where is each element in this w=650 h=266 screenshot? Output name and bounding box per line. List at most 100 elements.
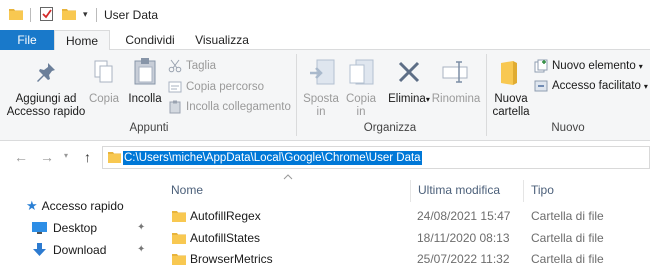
new-folder-button[interactable]: Nuova cartella bbox=[490, 93, 532, 119]
file-modified: 25/07/2022 11:32 bbox=[417, 252, 510, 266]
recent-locations-icon[interactable]: ▾ bbox=[64, 151, 68, 160]
customize-toolbar-icon[interactable]: ▾ bbox=[83, 9, 88, 20]
nav-item-desktop[interactable]: Desktop bbox=[32, 219, 97, 237]
star-icon: ★ bbox=[26, 198, 38, 213]
pin-label-line2: Accesso rapido bbox=[6, 106, 86, 118]
easy-access-dropdown-icon: ▾ bbox=[643, 81, 648, 91]
cut-label: Taglia bbox=[186, 60, 217, 72]
scissors-icon bbox=[168, 59, 182, 73]
copy-path-button[interactable]: Copia percorso bbox=[168, 78, 264, 96]
nav-item-label: Desktop bbox=[53, 221, 98, 235]
download-icon bbox=[33, 243, 46, 256]
new-folder-label-line2: cartella bbox=[492, 106, 530, 118]
nav-item-quick-access[interactable]: ★ Accesso rapido bbox=[26, 197, 124, 215]
toolbar-separator bbox=[30, 8, 31, 22]
column-header-modified[interactable]: Ultima modifica bbox=[418, 183, 500, 197]
pin-label-line1: Aggiungi ad bbox=[15, 93, 77, 105]
column-separator[interactable] bbox=[523, 180, 524, 202]
file-type: Cartella di file bbox=[531, 252, 604, 266]
ribbon: Aggiungi ad Accesso rapido Copia Incolla… bbox=[0, 50, 650, 141]
paste-shortcut-button[interactable]: Incolla collegamento bbox=[168, 98, 291, 116]
properties-icon[interactable] bbox=[40, 7, 53, 21]
file-row[interactable]: BrowserMetrics 25/07/2022 11:32 Cartella… bbox=[166, 248, 650, 266]
file-modified: 24/08/2021 15:47 bbox=[417, 209, 511, 223]
sort-caret-icon bbox=[283, 174, 293, 180]
up-arrow-icon[interactable]: ↑ bbox=[84, 149, 91, 165]
folder-icon bbox=[172, 211, 186, 222]
column-header-type[interactable]: Tipo bbox=[531, 183, 554, 197]
file-type: Cartella di file bbox=[531, 209, 604, 223]
tab-file[interactable]: File bbox=[0, 30, 54, 50]
folder-icon bbox=[108, 152, 121, 163]
desktop-icon bbox=[32, 222, 47, 234]
paste-shortcut-icon bbox=[169, 100, 181, 114]
delete-button[interactable]: Elimina▾ bbox=[387, 93, 431, 106]
forward-arrow-icon[interactable]: → bbox=[40, 149, 54, 165]
new-item-icon bbox=[534, 59, 548, 73]
pin-quick-access-button[interactable]: Aggiungi ad Accesso rapido bbox=[6, 93, 86, 119]
folder-icon bbox=[172, 254, 186, 265]
copy-path-icon bbox=[168, 81, 182, 93]
folder-icon bbox=[172, 233, 186, 244]
new-item-dropdown-icon: ▾ bbox=[638, 61, 643, 71]
file-row[interactable]: AutofillRegex 24/08/2021 15:47 Cartella … bbox=[166, 205, 650, 227]
folder-icon bbox=[9, 9, 23, 20]
rename-icon bbox=[442, 61, 468, 83]
pin-icon[interactable]: ✦ bbox=[137, 222, 145, 233]
title-bar: ▾ User Data bbox=[0, 0, 650, 30]
move-to-button[interactable]: Sposta in bbox=[301, 93, 341, 119]
move-to-icon bbox=[310, 59, 335, 85]
pin-icon[interactable]: ✦ bbox=[137, 244, 145, 255]
nav-item-label: Accesso rapido bbox=[41, 199, 124, 213]
copy-to-label: Copia bbox=[345, 93, 377, 105]
move-to-label-line2: in bbox=[316, 106, 326, 118]
new-item-label: Nuovo elemento bbox=[552, 60, 636, 72]
group-label-new: Nuovo bbox=[551, 122, 585, 134]
new-folder-label-line1: Nuova bbox=[494, 93, 528, 105]
easy-access-label: Accesso facilitato bbox=[552, 80, 641, 92]
group-separator bbox=[486, 54, 487, 136]
easy-access-button[interactable]: Accesso facilitato ▾ bbox=[534, 77, 648, 95]
group-label-organize: Organizza bbox=[363, 122, 417, 134]
copy-to-button[interactable]: Copia in bbox=[341, 93, 381, 119]
paste-shortcut-label: Incolla collegamento bbox=[186, 101, 291, 113]
delete-label: Elimina bbox=[388, 93, 426, 105]
window-title: User Data bbox=[104, 8, 159, 22]
copy-path-label: Copia percorso bbox=[186, 81, 264, 93]
paste-button[interactable]: Incolla bbox=[126, 93, 164, 106]
delete-icon bbox=[398, 61, 420, 83]
cut-button[interactable]: Taglia bbox=[168, 57, 216, 75]
address-bar[interactable]: C:\Users\miche\AppData\Local\Google\Chro… bbox=[102, 146, 650, 169]
move-to-label: Sposta bbox=[303, 93, 339, 105]
copy-button[interactable]: Copia bbox=[88, 93, 120, 106]
column-separator[interactable] bbox=[410, 180, 411, 202]
new-item-button[interactable]: Nuovo elemento ▾ bbox=[534, 57, 643, 75]
group-label-clipboard: Appunti bbox=[129, 122, 169, 134]
new-folder-quick-icon[interactable] bbox=[62, 8, 76, 20]
file-modified: 18/11/2020 08:13 bbox=[417, 231, 510, 245]
rename-button[interactable]: Rinomina bbox=[430, 93, 482, 106]
tab-view[interactable]: Visualizza bbox=[188, 30, 256, 50]
tab-home[interactable]: Home bbox=[54, 30, 110, 51]
file-name: BrowserMetrics bbox=[190, 252, 273, 266]
copy-to-icon bbox=[349, 59, 374, 85]
copy-to-label-line2: in bbox=[356, 106, 366, 118]
tab-share[interactable]: Condividi bbox=[116, 30, 184, 50]
file-name: AutofillRegex bbox=[190, 209, 261, 223]
file-row[interactable]: AutofillStates 18/11/2020 08:13 Cartella… bbox=[166, 227, 650, 249]
pin-icon bbox=[37, 63, 55, 82]
back-arrow-icon[interactable]: ← bbox=[14, 149, 28, 165]
file-type: Cartella di file bbox=[531, 231, 604, 245]
column-header-name[interactable]: Nome bbox=[171, 183, 203, 197]
new-folder-icon bbox=[501, 61, 517, 85]
easy-access-icon bbox=[534, 80, 548, 92]
address-path[interactable]: C:\Users\miche\AppData\Local\Google\Chro… bbox=[123, 151, 422, 165]
file-name: AutofillStates bbox=[190, 231, 261, 245]
copy-icon bbox=[94, 60, 113, 83]
nav-item-label: Download bbox=[53, 243, 107, 257]
navigation-bar: ← → ▾ ↑ C:\Users\miche\AppData\Local\Goo… bbox=[0, 141, 650, 175]
title-separator bbox=[96, 8, 97, 22]
paste-icon bbox=[134, 58, 156, 85]
ribbon-tabs: File Home Condividi Visualizza bbox=[0, 30, 650, 51]
nav-item-download[interactable]: Download bbox=[32, 241, 106, 259]
